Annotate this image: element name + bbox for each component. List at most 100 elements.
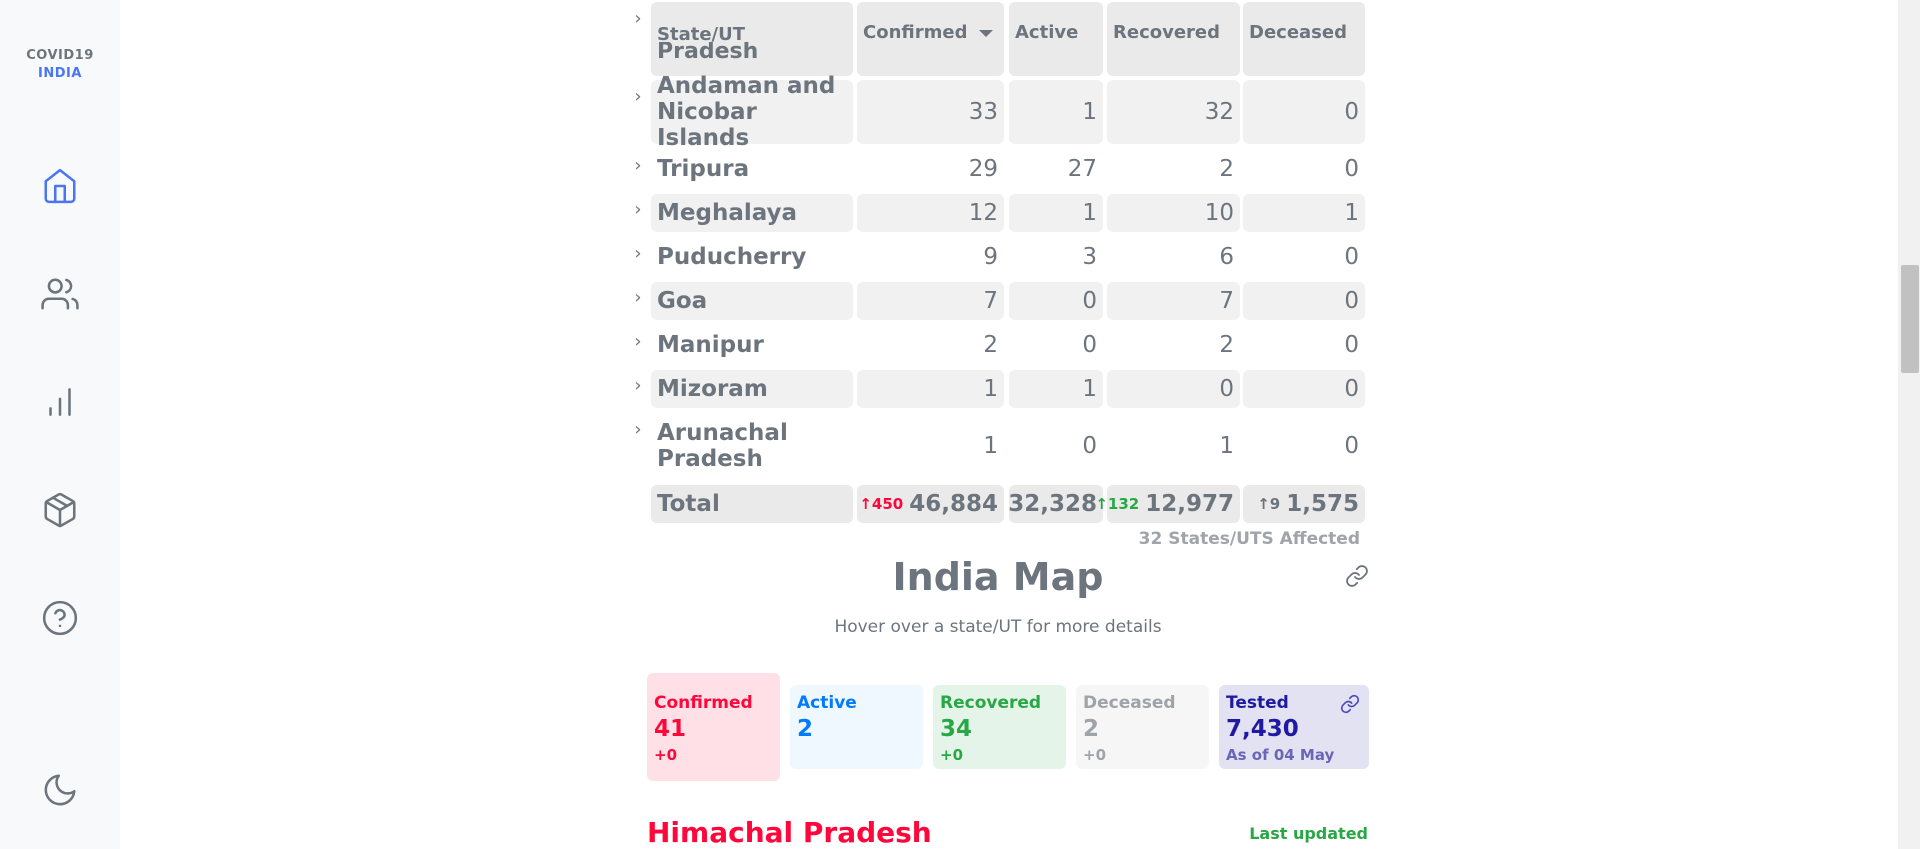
confirmed-value: 9 (983, 244, 998, 270)
total-label: Total (651, 485, 853, 523)
active-value: 0 (1009, 282, 1103, 320)
stat-recovered[interactable]: Recovered 34 +0 (933, 685, 1066, 769)
users-icon[interactable] (38, 272, 82, 316)
confirmed-value: 2 (983, 332, 998, 358)
state-name: Puducherry (657, 244, 807, 270)
total-recovered: ↑132 12,977 (1095, 485, 1240, 523)
deceased-value: 0 (1243, 282, 1365, 320)
chevron-right-icon[interactable]: › (628, 375, 648, 396)
total-deceased-value: 1,575 (1286, 491, 1359, 517)
state-name: Meghalaya (651, 194, 853, 232)
recovered-value: 6 (1219, 244, 1234, 270)
stat-confirmed[interactable]: Confirmed 41 +0 (647, 673, 780, 781)
confirmed-value: 12 (857, 194, 1004, 232)
table-row[interactable]: › Meghalaya 12 1 10 1 (628, 194, 1368, 232)
recovered-delta: ↑132 (1095, 495, 1140, 513)
sidebar: COVID19 INDIA (0, 0, 120, 849)
header-recovered-label: Recovered (1113, 22, 1221, 43)
package-icon[interactable] (38, 488, 82, 532)
confirmed-value: 33 (857, 80, 1004, 144)
chevron-right-icon[interactable]: › (628, 155, 648, 176)
link-icon[interactable] (1345, 564, 1369, 588)
logo-line1: COVID19 (26, 48, 94, 63)
stat-label: Deceased (1083, 693, 1176, 713)
table-header: › State/UT Confirmed Active Recovered De… (628, 2, 1368, 76)
header-deceased[interactable]: Deceased (1243, 2, 1365, 76)
stat-value: 41 (654, 716, 687, 742)
active-value: 0 (1082, 433, 1097, 459)
map-title: India Map (892, 555, 1104, 599)
header-confirmed[interactable]: Confirmed (857, 2, 1004, 76)
chevron-right-icon[interactable]: › (628, 287, 648, 308)
header-recovered[interactable]: Recovered (1107, 2, 1240, 76)
stat-value: 7,430 (1226, 716, 1299, 742)
header-confirmed-label: Confirmed (863, 22, 968, 43)
stat-delta: +0 (1083, 746, 1107, 764)
stat-label: Active (797, 693, 857, 713)
stat-value: 34 (940, 716, 973, 742)
total-deceased: ↑9 1,575 (1243, 485, 1365, 523)
partial-row-text: Pradesh (657, 42, 759, 62)
state-name: Andaman and Nicobar Islands (651, 73, 853, 151)
table-row[interactable]: › Goa 7 0 7 0 (628, 282, 1368, 320)
deceased-value: 0 (1243, 80, 1365, 144)
state-name: Goa (651, 282, 853, 320)
table-row[interactable]: › Puducherry 9 3 6 0 (628, 238, 1368, 276)
active-value: 1 (1009, 80, 1103, 144)
link-icon[interactable] (1340, 694, 1360, 714)
chevron-right-icon[interactable]: › (628, 199, 648, 220)
chevron-right-icon[interactable]: › (628, 8, 648, 29)
active-value: 1 (1009, 194, 1103, 232)
recovered-value: 7 (1107, 282, 1240, 320)
logo-line2: INDIA (38, 66, 82, 81)
total-recovered-value: 12,977 (1145, 491, 1234, 517)
confirmed-value: 7 (857, 282, 1004, 320)
stat-tested[interactable]: Tested 7,430 As of 04 May (1219, 685, 1369, 769)
chevron-right-icon[interactable]: › (628, 331, 648, 352)
stat-note: As of 04 May (1226, 746, 1335, 764)
deceased-value: 1 (1243, 194, 1365, 232)
table-row[interactable]: › Arunachal Pradesh 1 0 1 0 (628, 414, 1368, 478)
logo[interactable]: COVID19 INDIA (0, 47, 120, 83)
total-confirmed-value: 46,884 (909, 491, 998, 517)
stat-active[interactable]: Active 2 (790, 685, 923, 769)
scrollbar-thumb[interactable] (1901, 265, 1919, 373)
confirmed-value: 1 (983, 433, 998, 459)
total-active: 32,328 (1008, 485, 1103, 523)
chevron-right-icon[interactable]: › (628, 419, 648, 440)
stat-deceased[interactable]: Deceased 2 +0 (1076, 685, 1209, 769)
stat-value: 2 (797, 716, 814, 742)
selected-state-title: Himachal Pradesh (647, 816, 932, 849)
stat-delta: +0 (940, 746, 964, 764)
table-row[interactable]: › Mizoram 1 1 0 0 (628, 370, 1368, 408)
table-row[interactable]: › Manipur 2 0 2 0 (628, 326, 1368, 364)
header-active[interactable]: Active (1009, 2, 1103, 76)
recovered-value: 0 (1107, 370, 1240, 408)
table-total-row: Total ↑450 46,884 32,328 ↑132 12,977 ↑9 … (628, 485, 1368, 523)
table-row[interactable]: › Andaman and Nicobar Islands 33 1 32 0 (628, 73, 1368, 151)
header-state[interactable]: State/UT (651, 2, 853, 76)
help-icon[interactable] (38, 596, 82, 640)
recovered-value: 2 (1219, 156, 1234, 182)
active-value: 0 (1082, 332, 1097, 358)
state-name: Arunachal Pradesh (657, 420, 788, 472)
stat-label: Recovered (940, 693, 1042, 713)
deceased-value: 0 (1344, 244, 1359, 270)
chevron-right-icon[interactable]: › (628, 86, 648, 107)
scrollbar[interactable] (1898, 0, 1920, 849)
active-value: 1 (1009, 370, 1103, 408)
last-updated: Last updated (1249, 824, 1368, 843)
table-row[interactable]: › Tripura 29 27 2 0 (628, 149, 1368, 189)
home-icon[interactable] (38, 164, 82, 208)
header-active-label: Active (1015, 22, 1079, 43)
deceased-value: 0 (1344, 156, 1359, 182)
states-affected: 32 States/UTS Affected (1138, 529, 1360, 549)
chevron-right-icon[interactable]: › (628, 243, 648, 264)
sort-desc-icon (979, 30, 994, 37)
moon-icon[interactable] (38, 768, 82, 812)
state-name: Tripura (657, 156, 750, 182)
bar-chart-icon[interactable] (38, 380, 82, 424)
confirmed-value: 1 (857, 370, 1004, 408)
header-deceased-label: Deceased (1249, 22, 1347, 43)
stat-delta: +0 (654, 746, 678, 764)
